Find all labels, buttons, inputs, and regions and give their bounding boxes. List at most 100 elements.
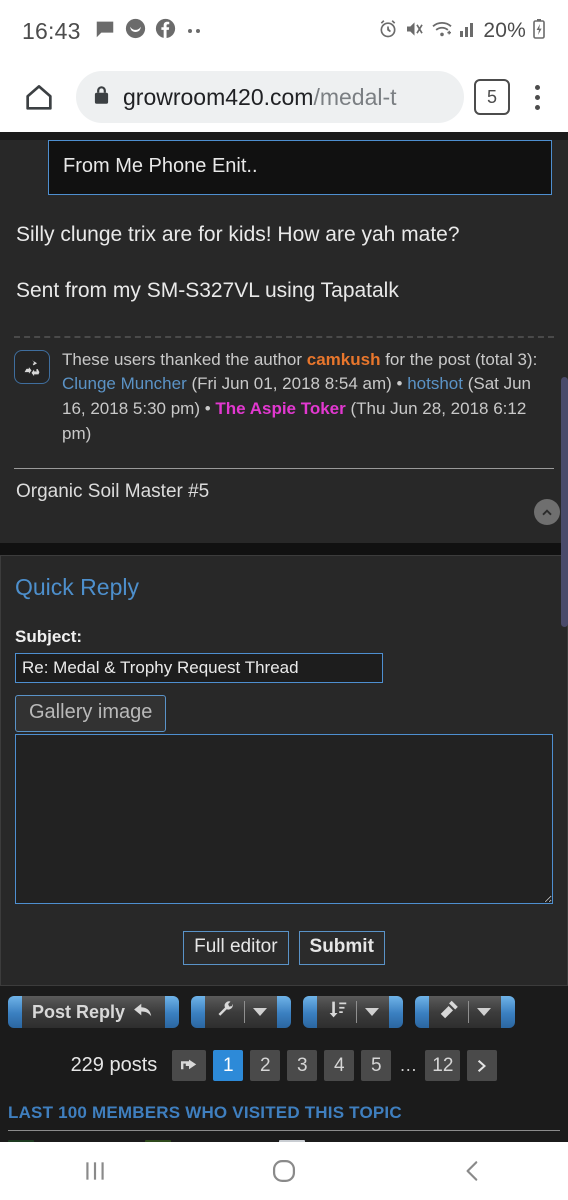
topic-toolbar: Post Reply <box>0 986 568 1037</box>
status-bar-left: 16:43 <box>22 18 205 45</box>
url-bar[interactable]: growroom420.com/medal-t <box>76 71 464 123</box>
status-bar: 16:43 20% <box>0 0 568 62</box>
member-post-count: (343), <box>219 1141 274 1142</box>
kebab-menu-icon[interactable] <box>522 84 552 110</box>
avatar <box>279 1140 306 1142</box>
back-chevron-icon[interactable] <box>428 1158 518 1184</box>
facebook-icon <box>155 18 176 44</box>
thanks-row: These users thanked the author camkush f… <box>14 348 554 447</box>
thanks-suffix: for the post (total 3): <box>380 349 538 369</box>
member-entry[interactable]: Keeno (30), <box>8 1140 139 1142</box>
gallery-image-button[interactable]: Gallery image <box>15 695 167 733</box>
full-editor-button[interactable]: Full editor <box>183 931 289 966</box>
chevron-right-icon[interactable] <box>467 1050 498 1082</box>
subject-input[interactable] <box>15 653 383 684</box>
member-name[interactable]: Keeno <box>37 1141 95 1142</box>
submit-button[interactable]: Submit <box>298 931 385 966</box>
tools-button[interactable] <box>191 996 292 1029</box>
gavel-icon <box>439 999 460 1025</box>
pill-cap-left <box>191 996 206 1029</box>
thanks-author-link[interactable]: camkush <box>307 350 381 369</box>
last-visitors-title: LAST 100 MEMBERS WHO VISITED THIS TOPIC <box>8 1103 402 1123</box>
caret-down-icon[interactable] <box>253 1008 268 1017</box>
browser-toolbar: growroom420.com/medal-t 5 <box>0 62 568 132</box>
signal-icon <box>459 20 477 43</box>
post-reply-button[interactable]: Post Reply <box>8 996 180 1029</box>
page-scrollbar[interactable] <box>561 377 568 627</box>
pill-cap-left <box>303 996 318 1029</box>
page-button-5[interactable]: 5 <box>361 1050 392 1082</box>
sort-body[interactable] <box>317 996 390 1029</box>
quote-text: From Me Phone Enit.. <box>63 155 258 177</box>
signature-text: Organic Soil Master #5 <box>16 481 210 503</box>
member-post-count: (30), <box>95 1141 139 1142</box>
caret-down-icon[interactable] <box>365 1008 380 1017</box>
page-button-2[interactable]: 2 <box>250 1050 281 1082</box>
sort-button[interactable] <box>303 996 404 1029</box>
sort-descending-icon <box>327 999 348 1025</box>
pill-cap-right <box>277 996 292 1029</box>
android-nav-bar <box>0 1142 568 1200</box>
thanks-prefix: These users thanked the author <box>62 349 307 369</box>
thanks-section: These users thanked the author camkush f… <box>14 335 554 447</box>
post-body-line-2: Sent from my SM-S327VL using Tapatalk <box>16 279 399 303</box>
member-name[interactable]: Ukstealthiswealth <box>308 1141 469 1142</box>
last-visitors-divider <box>8 1130 560 1132</box>
pill-cap-right <box>501 996 516 1029</box>
phone-screen: 16:43 20% growroom420.com/medal-t 5 From… <box>0 0 568 1200</box>
home-icon[interactable] <box>16 74 62 120</box>
page-button-1[interactable]: 1 <box>213 1050 244 1082</box>
pill-cap-left <box>8 996 22 1029</box>
pill-cap-right <box>165 996 180 1029</box>
recents-icon[interactable] <box>50 1158 140 1184</box>
page-button-4[interactable]: 4 <box>324 1050 355 1082</box>
url-path: /medal-t <box>313 83 397 110</box>
clock-time: 16:43 <box>22 17 81 44</box>
last-visitors-list: Keeno (30), GMO (343), Ukstealthiswealth… <box>8 1137 560 1142</box>
thanker-1-name[interactable]: hotshot <box>407 374 463 393</box>
pill-divider <box>468 1001 470 1024</box>
message-icon <box>94 18 116 45</box>
pill-divider <box>244 1001 246 1024</box>
page-button-last[interactable]: 12 <box>425 1050 461 1082</box>
pill-cap-right <box>389 996 404 1029</box>
home-circle-icon[interactable] <box>239 1157 329 1185</box>
message-textarea[interactable] <box>15 734 553 905</box>
member-post-count: (2), <box>469 1141 503 1142</box>
wifi-icon <box>431 20 453 43</box>
member-entry[interactable]: GMO (343), <box>144 1140 274 1142</box>
subject-label: Subject: <box>15 627 83 647</box>
thanker-2-name[interactable]: The Aspie Toker <box>215 399 345 418</box>
battery-charging-icon <box>532 18 546 44</box>
post-body-line-1: Silly clunge trix are for kids! How are … <box>16 223 460 246</box>
last-visitors-section: LAST 100 MEMBERS WHO VISITED THIS TOPIC … <box>0 1097 568 1142</box>
tab-count-label: 5 <box>486 86 497 107</box>
tab-counter-button[interactable]: 5 <box>474 79 510 115</box>
tools-body[interactable] <box>205 996 278 1029</box>
post-reply-body[interactable]: Post Reply <box>22 996 166 1029</box>
moderate-body[interactable] <box>429 996 502 1029</box>
thanker-0-date: (Fri Jun 01, 2018 8:54 am) <box>186 374 392 394</box>
caret-down-icon[interactable] <box>477 1008 492 1017</box>
page-button-3[interactable]: 3 <box>287 1050 318 1082</box>
jump-to-page-icon[interactable] <box>172 1050 207 1082</box>
webpage-viewport: From Me Phone Enit.. Silly clunge trix a… <box>0 132 568 1142</box>
member-entry[interactable]: Ukstealthiswealth (2), <box>279 1140 503 1142</box>
more-dots-icon <box>185 22 205 40</box>
quote-block: From Me Phone Enit.. <box>48 140 552 195</box>
reply-arrow-icon <box>133 1001 155 1024</box>
posts-count-label: 229 posts <box>70 1054 158 1077</box>
member-name[interactable]: GMO <box>174 1141 219 1142</box>
thanker-0-name[interactable]: Clunge Muncher <box>62 374 187 393</box>
quick-reply-actions: Full editor Submit <box>15 931 553 966</box>
wrench-icon <box>215 999 236 1025</box>
thanker-0[interactable]: Clunge Muncher (Fri Jun 01, 2018 8:54 am… <box>62 374 392 393</box>
moderate-button[interactable] <box>415 996 516 1029</box>
url-text: growroom420.com/medal-t <box>123 84 397 111</box>
battery-percent: 20% <box>483 19 526 42</box>
pill-divider <box>356 1001 358 1024</box>
alarm-icon <box>378 19 398 44</box>
recycle-thanks-icon <box>14 349 50 384</box>
post-reply-label: Post Reply <box>32 1001 126 1022</box>
mute-icon <box>404 19 425 44</box>
